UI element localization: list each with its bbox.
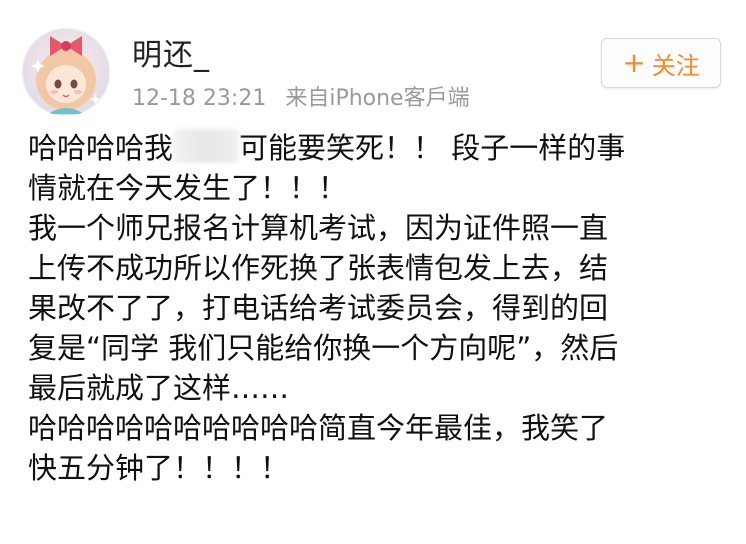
post-line: 我一个师兄报名计算机考试，因为证件照一直 (28, 211, 609, 245)
redacted-name-blur (173, 129, 240, 163)
post-line: 最后就成了这样…… (28, 371, 290, 405)
post-body: 哈哈哈哈我 可能要笑死！！ 段子一样的事 情就在今天发生了！！！ 我一个师兄报名计… (28, 128, 728, 488)
post-text: 可能要笑死！！ 段子一样的事 (239, 131, 626, 165)
post-line: 哈哈哈哈我 可能要笑死！！ 段子一样的事 (28, 128, 728, 168)
post-line: 情就在今天发生了！！！ (28, 171, 348, 205)
follow-button-label: 关注 (651, 51, 700, 80)
avatar[interactable] (22, 28, 110, 116)
post-text: 哈哈哈哈我 (28, 131, 174, 165)
post-line: 上传不成功所以作死换了张表情包发上去，结 (28, 251, 609, 285)
username[interactable]: 明还_ (132, 30, 210, 74)
post-line: 快五分钟了！！！！ (28, 451, 290, 485)
anime-girl-avatar-icon (31, 36, 101, 114)
post-line: 哈哈哈哈哈哈哈哈哈哈简直今年最佳，我笑了 (28, 411, 609, 445)
plus-icon: + (622, 46, 646, 79)
post-line: 果改不了了，打电话给考试委员会，得到的回 (28, 291, 609, 325)
post-source: 来自iPhone客戶端 (285, 86, 470, 111)
post-line: 复是“同学 我们只能给你换一个方向呢”，然后 (28, 331, 619, 365)
post-timestamp: 12-18 23:21 (132, 86, 267, 111)
post-meta: 12-18 23:21 来自iPhone客戶端 (132, 80, 470, 112)
follow-button[interactable]: + 关注 (601, 38, 721, 88)
